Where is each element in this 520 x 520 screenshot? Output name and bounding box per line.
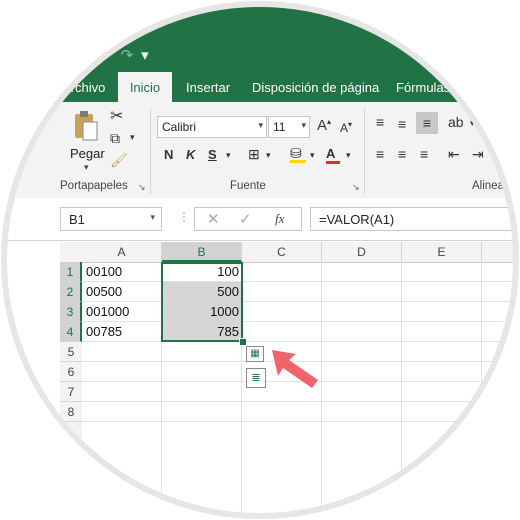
decrease-indent-icon[interactable]: ⇤ xyxy=(448,146,460,163)
increase-indent-icon[interactable]: ⇥ xyxy=(472,146,484,163)
cancel-icon[interactable]: ✕ xyxy=(207,210,220,228)
align-left-icon[interactable]: ≡ xyxy=(376,146,384,162)
formula-buttons: ✕ ✓ fx xyxy=(194,207,302,231)
font-name-select[interactable]: Calibri ▾ xyxy=(157,116,267,138)
paste-icon[interactable] xyxy=(72,110,100,144)
orientation-icon[interactable]: ab xyxy=(448,114,464,130)
tab-formulas[interactable]: Fórmulas xyxy=(396,80,450,95)
format-painter-icon[interactable]: 🖌 xyxy=(110,152,128,169)
increase-font-icon[interactable]: A▴ xyxy=(317,117,331,134)
row-header-4[interactable]: 4 xyxy=(60,322,82,342)
undo-icon[interactable]: ↶ xyxy=(100,47,113,64)
paste-button[interactable]: Pegar xyxy=(70,146,105,161)
bold-button[interactable]: N xyxy=(164,147,173,162)
ribbon-separator xyxy=(150,108,151,194)
gridline xyxy=(82,421,520,422)
row-header-2[interactable]: 2 xyxy=(60,282,82,302)
title-bar xyxy=(0,0,520,72)
cell-a4[interactable]: 00785 xyxy=(82,322,162,342)
borders-icon[interactable]: ⊞ xyxy=(248,146,260,163)
tab-inicio[interactable]: Inicio xyxy=(118,72,172,102)
clipboard-launcher-icon[interactable]: ↘ xyxy=(138,182,146,193)
align-bottom-icon[interactable]: ≡ xyxy=(416,112,438,134)
row-header-1[interactable]: 1 xyxy=(60,262,82,282)
font-size-value: 11 xyxy=(273,120,286,134)
column-header-a[interactable]: A xyxy=(82,242,162,262)
font-color-dropdown-icon[interactable]: ▾ xyxy=(346,150,351,161)
excel-window: ↶ ↷ ▾ Archivo Inicio Insertar Disposición … xyxy=(0,0,520,520)
redo-icon[interactable]: ↷ xyxy=(121,47,134,64)
cell-a1[interactable]: 00100 xyxy=(82,262,162,282)
borders-dropdown-icon[interactable]: ▾ xyxy=(266,150,271,161)
decrease-font-icon[interactable]: A▾ xyxy=(340,120,352,135)
column-header-b[interactable]: B xyxy=(162,242,242,262)
fill-color-icon[interactable]: ⛁ xyxy=(290,145,306,163)
row-header-8[interactable]: 8 xyxy=(60,402,82,422)
row-header-3[interactable]: 3 xyxy=(60,302,82,322)
ribbon-separator xyxy=(364,108,365,194)
underline-button[interactable]: S xyxy=(208,147,217,162)
customize-qat-icon[interactable]: ▾ xyxy=(141,47,149,64)
orientation-dropdown-icon[interactable]: ▾ xyxy=(470,118,475,129)
italic-button[interactable]: K xyxy=(186,147,195,162)
group-label-clipboard: Portapapeles xyxy=(60,180,128,192)
column-header-d[interactable]: D xyxy=(322,242,402,262)
align-middle-icon[interactable]: ≡ xyxy=(398,116,406,132)
chevron-down-icon[interactable]: ▾ xyxy=(150,212,155,223)
row-header-5[interactable]: 5 xyxy=(60,342,82,362)
name-box[interactable]: B1 ▾ xyxy=(60,207,162,231)
formula-input[interactable]: =VALOR(A1) xyxy=(310,207,520,231)
arrow-icon xyxy=(270,346,322,390)
font-launcher-icon[interactable]: ↘ xyxy=(352,182,360,193)
tab-archivo[interactable]: Archivo xyxy=(62,80,105,95)
gridline xyxy=(82,401,520,402)
column-header-c[interactable]: C xyxy=(242,242,322,262)
copy-icon[interactable]: ⧉ xyxy=(110,130,120,147)
row-header-7[interactable]: 7 xyxy=(60,382,82,402)
group-label-font: Fuente xyxy=(230,180,266,192)
underline-dropdown-icon[interactable]: ▾ xyxy=(226,150,231,161)
cell-a2[interactable]: 00500 xyxy=(82,282,162,302)
align-center-icon[interactable]: ≡ xyxy=(398,146,406,162)
align-right-icon[interactable]: ≡ xyxy=(420,146,428,162)
row-header-gutter xyxy=(60,422,82,520)
align-top-icon[interactable]: ≡ xyxy=(376,114,384,130)
quick-analysis-icon[interactable]: ≣ xyxy=(246,368,266,388)
font-color-icon[interactable]: A xyxy=(326,146,340,164)
fill-color-dropdown-icon[interactable]: ▾ xyxy=(310,150,315,161)
fill-handle[interactable] xyxy=(239,338,247,346)
name-box-value: B1 xyxy=(69,212,85,227)
copy-dropdown-icon[interactable]: ▾ xyxy=(130,132,135,143)
column-header-e[interactable]: E xyxy=(402,242,482,262)
tab-disposicion-pagina[interactable]: Disposición de página xyxy=(252,80,379,95)
quick-access-toolbar: ↶ ↷ ▾ xyxy=(100,46,157,64)
tab-insertar[interactable]: Insertar xyxy=(186,80,230,95)
chevron-down-icon: ▾ xyxy=(301,120,306,130)
font-name-value: Calibri xyxy=(162,120,197,134)
chevron-down-icon: ▾ xyxy=(258,120,263,130)
paste-dropdown-icon[interactable]: ▾ xyxy=(84,162,89,173)
enter-icon[interactable]: ✓ xyxy=(239,210,252,228)
autofill-options-icon[interactable]: ▦ xyxy=(246,346,264,362)
formula-bar-grip-icon: ⋮ xyxy=(178,210,190,224)
insert-function-button[interactable]: fx xyxy=(275,211,284,227)
cut-icon[interactable]: ✂ xyxy=(110,106,123,126)
font-size-select[interactable]: 11 ▾ xyxy=(268,116,310,138)
selection-border xyxy=(161,262,243,342)
cell-a3[interactable]: 001000 xyxy=(82,302,162,322)
group-label-alignment: Alinea xyxy=(472,180,504,192)
row-header-6[interactable]: 6 xyxy=(60,362,82,382)
